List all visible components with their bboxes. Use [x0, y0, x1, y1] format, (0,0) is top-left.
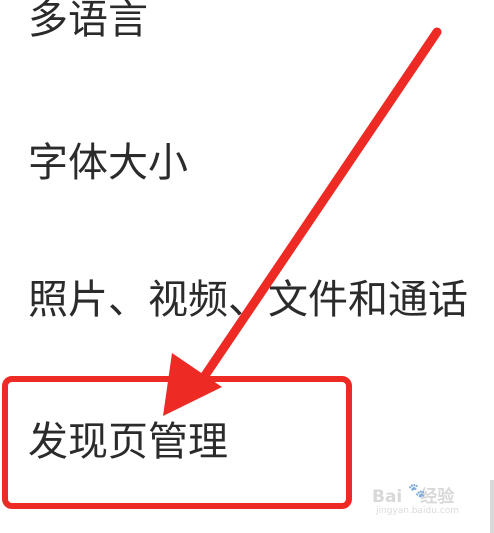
- menu-item-label: 照片、视频、文件和通话: [28, 277, 468, 323]
- watermark-url: jingyan.baidu.com: [376, 506, 460, 516]
- highlight-box: [2, 376, 352, 509]
- scrollbar-edge: [490, 480, 494, 533]
- menu-item-languages[interactable]: 多语言: [0, 0, 494, 90]
- menu-item-label: 多语言: [28, 0, 148, 43]
- menu-item-label: 字体大小: [28, 140, 188, 186]
- baidu-jingyan-watermark: Bai 经验 🐾 jingyan.baidu.com: [372, 482, 482, 526]
- menu-item-photos-videos-files-calls[interactable]: 照片、视频、文件和通话: [0, 230, 494, 370]
- menu-item-font-size[interactable]: 字体大小: [0, 90, 494, 230]
- paw-icon: 🐾: [408, 483, 426, 499]
- settings-screen: 多语言 字体大小 照片、视频、文件和通话 发现页管理 Bai 经验 🐾 jingy…: [0, 0, 494, 533]
